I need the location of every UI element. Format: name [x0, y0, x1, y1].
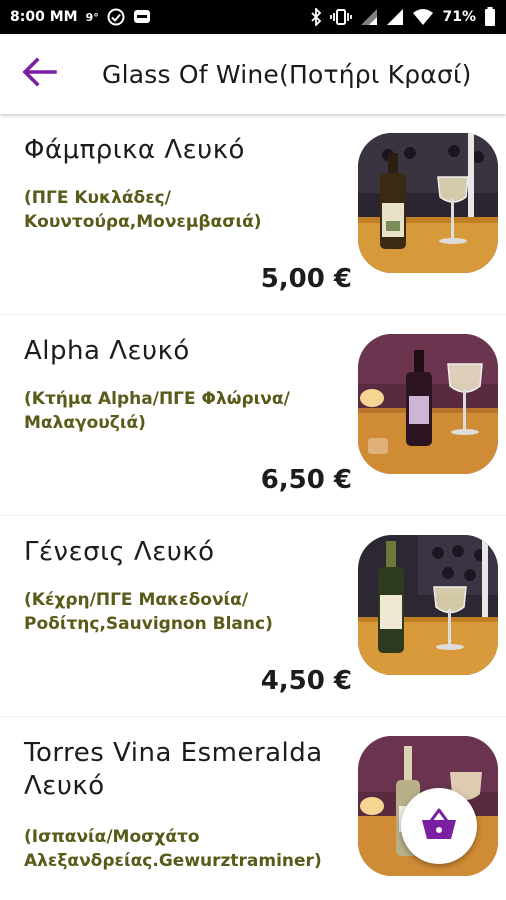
wine-photo[interactable] [358, 535, 498, 675]
check-circle-icon [107, 8, 125, 26]
signal-icon-1 [360, 8, 378, 26]
vibrate-icon [330, 8, 353, 26]
message-icon [133, 9, 151, 25]
page-title: Glass Of Wine(Ποτήρι Κρασί) [102, 59, 472, 89]
wine-price: 4,50 € [260, 666, 352, 696]
wine-description: (ΠΓΕ Κυκλάδες/ Κουντούρα,Μονεμβασιά) [24, 188, 262, 232]
back-button[interactable] [0, 34, 78, 114]
wine-list-item[interactable]: Φάμπρικα Λευκό (ΠΓΕ Κυκλάδες/ Κουντούρα,… [0, 114, 506, 315]
arrow-left-icon [21, 57, 57, 91]
basket-button[interactable] [401, 788, 477, 864]
status-left: 8:00 MM 9° [10, 8, 151, 26]
status-right: 71% [310, 7, 496, 27]
wine-list: Φάμπρικα Λευκό (ΠΓΕ Κυκλάδες/ Κουντούρα,… [0, 114, 506, 900]
wine-description: (Ισπανία/Μοσχάτο Αλεξανδρείας.Gewurztram… [24, 827, 322, 871]
wine-name: Torres Vina Esmeralda Λευκό [24, 738, 323, 801]
status-bar: 8:00 MM 9° 71% [0, 0, 506, 34]
signal-icon-2 [386, 8, 404, 26]
wine-photo[interactable] [358, 133, 498, 273]
bluetooth-icon [310, 8, 322, 26]
wine-price: 6,50 € [260, 465, 352, 495]
wine-list-item[interactable]: Alpha Λευκό (Κτήμα Alpha/ΠΓΕ Φλώρινα/ Μα… [0, 315, 506, 516]
wine-list-item[interactable]: Γένεσις Λευκό (Κέχρη/ΠΓΕ Μακεδονία/ Ροδί… [0, 516, 506, 717]
wine-description: (Κέχρη/ΠΓΕ Μακεδονία/ Ροδίτης,Sauvignon … [24, 590, 273, 634]
wine-name: Alpha Λευκό [24, 336, 190, 366]
status-temperature: 9° [85, 10, 99, 24]
battery-icon [484, 7, 496, 27]
wine-name: Φάμπρικα Λευκό [24, 135, 245, 165]
basket-icon [420, 807, 458, 845]
battery-percent: 71% [442, 9, 476, 25]
wine-name: Γένεσις Λευκό [24, 537, 215, 567]
wifi-icon [412, 8, 434, 26]
wine-photo[interactable] [358, 334, 498, 474]
app-bar: Glass Of Wine(Ποτήρι Κρασί) [0, 34, 506, 114]
wine-description: (Κτήμα Alpha/ΠΓΕ Φλώρινα/ Μαλαγουζιά) [24, 389, 290, 433]
wine-price: 5,00 € [260, 264, 352, 294]
status-time: 8:00 MM [10, 9, 78, 25]
